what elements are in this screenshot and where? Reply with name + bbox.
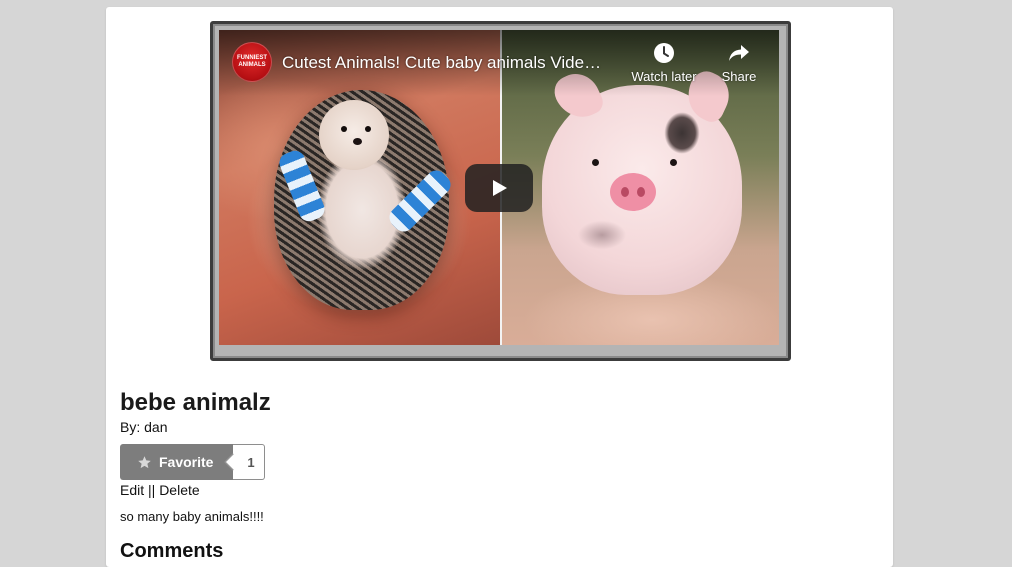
- post-title: bebe animalz: [120, 389, 271, 416]
- action-separator: ||: [144, 482, 160, 498]
- clock-icon: [654, 43, 674, 63]
- channel-avatar-text: FUNNIEST ANIMALS: [237, 55, 267, 68]
- edit-link[interactable]: Edit: [120, 482, 144, 498]
- share-label: Share: [721, 69, 757, 84]
- favorite-control: Favorite 1: [120, 444, 266, 480]
- video-title-bar: FUNNIEST ANIMALS Cutest Animals! Cute ba…: [219, 30, 779, 96]
- favorite-count: 1: [233, 444, 266, 480]
- comments-heading: Comments: [120, 540, 224, 562]
- watch-later-button[interactable]: Watch later: [624, 42, 704, 84]
- byline: By: dan: [120, 418, 167, 436]
- favorite-label: Favorite: [159, 454, 214, 470]
- star-icon: [138, 455, 151, 468]
- play-button[interactable]: [465, 164, 533, 212]
- post-description: so many baby animals!!!!: [120, 509, 264, 524]
- delete-link[interactable]: Delete: [159, 482, 199, 498]
- channel-avatar[interactable]: FUNNIEST ANIMALS: [232, 42, 272, 82]
- video-embed-frame: FUNNIEST ANIMALS Cutest Animals! Cute ba…: [210, 21, 791, 361]
- share-arrow-icon: [729, 45, 749, 61]
- byline-prefix: By:: [120, 419, 145, 435]
- post-actions: Edit || Delete: [120, 481, 200, 499]
- hedgehog-face: [319, 100, 389, 170]
- play-icon: [493, 180, 507, 196]
- piglet-image: [542, 66, 742, 295]
- watch-later-label: Watch later: [631, 69, 697, 84]
- share-button[interactable]: Share: [699, 42, 779, 84]
- video-title[interactable]: Cutest Animals! Cute baby animals Vide…: [282, 53, 622, 73]
- favorite-button[interactable]: Favorite: [120, 444, 234, 480]
- author-name: dan: [144, 419, 168, 435]
- post-card: FUNNIEST ANIMALS Cutest Animals! Cute ba…: [106, 7, 893, 567]
- video-player[interactable]: FUNNIEST ANIMALS Cutest Animals! Cute ba…: [219, 30, 779, 345]
